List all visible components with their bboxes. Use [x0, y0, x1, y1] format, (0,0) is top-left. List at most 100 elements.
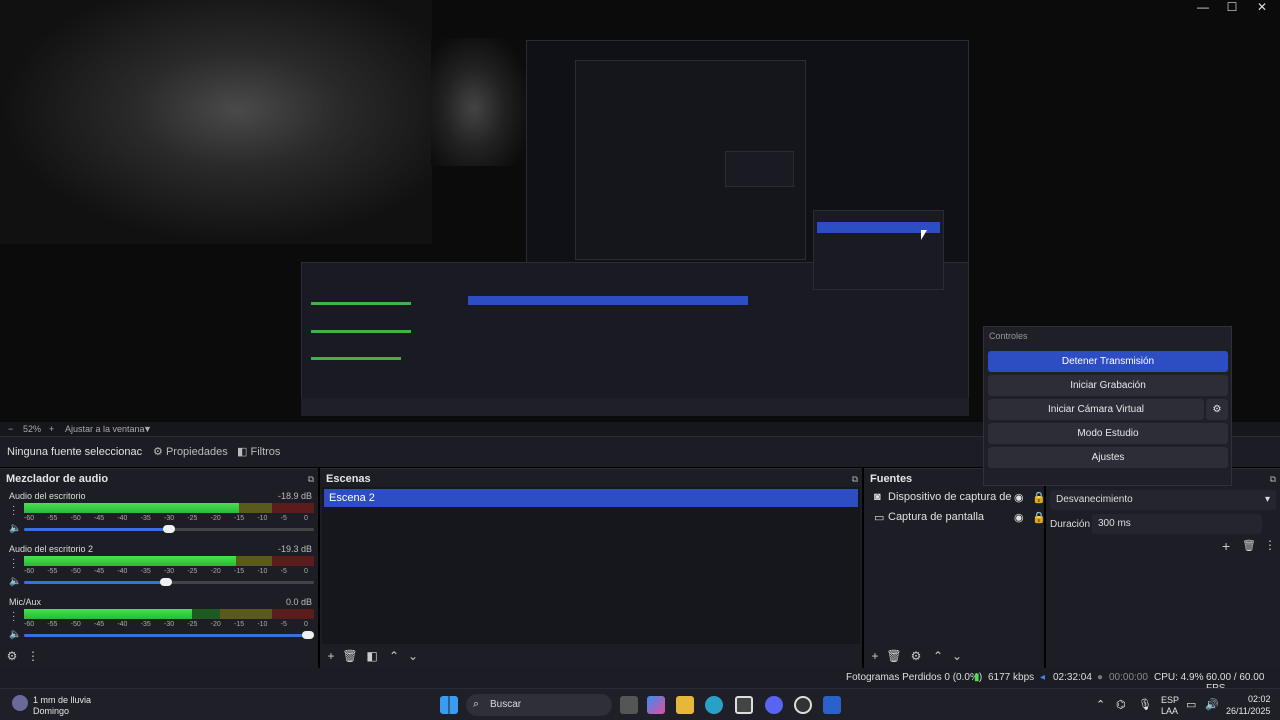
copilot-icon[interactable] — [647, 696, 665, 714]
channel-name: Mic/Aux — [9, 597, 42, 607]
filter-icon[interactable]: ◧ — [364, 648, 380, 664]
tick-label: -25 — [187, 568, 198, 575]
start-virtual-camera-button[interactable]: Iniciar Cámara Virtual — [988, 399, 1204, 420]
eye-icon[interactable]: ◉ — [1014, 491, 1024, 504]
close-button[interactable]: ✕ — [1252, 0, 1272, 14]
transition-select[interactable]: Desvanecimiento ▾ — [1050, 490, 1276, 510]
add-transition-icon[interactable]: + — [1222, 538, 1230, 554]
weather-temp: 1 mm de lluvia — [33, 695, 92, 705]
meter-ticks: -60 -55 -50 -45 -40 -35 -30 -25 -20 -15 -10 -5 0 — [24, 515, 314, 525]
status-bar: Fotogramas Perdidos 0 (0.0%) ▮ 6177 kbps… — [0, 668, 1280, 694]
chevron-up-icon[interactable]: ⌃ — [1096, 698, 1105, 711]
source-item[interactable]: ▭ Captura de pantalla ◉ 🔒 — [870, 511, 1046, 529]
volume-slider[interactable] — [24, 525, 314, 533]
audio-mixer-title: Mezclador de audio — [6, 473, 109, 485]
obs-icon[interactable] — [794, 696, 812, 714]
chevron-up-icon[interactable]: ⌃ — [386, 648, 402, 664]
virtual-camera-settings-button[interactable]: ⚙ — [1206, 399, 1228, 420]
tick-label: 0 — [304, 568, 308, 575]
tick-label: -15 — [234, 568, 245, 575]
zoom-in-button[interactable]: + — [49, 424, 54, 434]
record-icon: ● — [1097, 672, 1104, 683]
speaker-icon[interactable]: 🔈 — [9, 576, 21, 588]
volume-slider[interactable] — [24, 578, 314, 586]
undock-icon[interactable]: ⧉ — [308, 474, 314, 485]
mic-icon[interactable]: 🎙 — [1138, 698, 1152, 711]
display-icon[interactable]: ▭ — [1186, 698, 1196, 711]
chevron-up-icon[interactable]: ⌃ — [930, 648, 946, 664]
cpu-usage: CPU: 4.9% — [1154, 672, 1204, 683]
duration-field[interactable]: 300 ms — [1092, 514, 1262, 534]
trash-icon[interactable]: 🗑 — [342, 648, 358, 664]
zoom-out-button[interactable]: − — [8, 424, 13, 434]
clock-time[interactable]: 02:02 — [1248, 694, 1271, 704]
scenes-dock: Escenas ⧉ Escena 2 + 🗑 ◧ ⌃ ⌄ — [320, 468, 862, 668]
monitor-icon: ▭ — [874, 512, 885, 524]
store-icon[interactable] — [735, 696, 753, 714]
volume-meter — [24, 609, 314, 619]
duration-label: Duración — [1050, 519, 1091, 530]
tick-label: 0 — [304, 515, 308, 522]
duration-value: 300 ms — [1098, 518, 1131, 529]
app-icon[interactable] — [823, 696, 841, 714]
task-view-icon[interactable] — [620, 696, 638, 714]
trash-icon[interactable]: 🗑 — [886, 648, 902, 664]
undock-icon[interactable]: ⧉ — [1270, 474, 1276, 485]
filters-button[interactable]: ◧ Filtros — [231, 442, 286, 462]
weather-icon[interactable] — [12, 695, 28, 711]
studio-mode-button[interactable]: Modo Estudio — [988, 423, 1228, 444]
lock-icon[interactable]: 🔒 — [1032, 511, 1046, 524]
settings-button[interactable]: Ajustes — [988, 447, 1228, 468]
channel-menu-icon[interactable]: · · · — [12, 608, 15, 626]
network-icon[interactable]: ⌬ — [1116, 698, 1126, 711]
folder-icon[interactable] — [676, 696, 694, 714]
filter-icon: ◧ — [237, 446, 248, 458]
lang-label-2[interactable]: LAA — [1161, 706, 1178, 716]
fit-window-label[interactable]: Ajustar a la ventana — [65, 424, 145, 434]
channel-menu-icon[interactable]: · · · — [12, 555, 15, 573]
tick-label: -40 — [117, 621, 128, 628]
tick-label: -10 — [257, 568, 268, 575]
stop-stream-button[interactable]: Detener Transmisión — [988, 351, 1228, 372]
menu-icon[interactable]: ⋮ — [25, 648, 41, 664]
tick-label: -60 — [24, 568, 35, 575]
tick-label: -20 — [210, 621, 221, 628]
scene-item[interactable]: Escena 2 — [324, 489, 858, 507]
undock-icon[interactable]: ⧉ — [852, 474, 858, 485]
windows-start-icon[interactable] — [440, 696, 458, 714]
chevron-down-icon[interactable]: ▼ — [143, 424, 152, 434]
gear-icon[interactable]: ⚙ — [908, 648, 924, 664]
dropped-frames: Fotogramas Perdidos 0 (0.0%) — [846, 672, 983, 683]
volume-icon[interactable]: 🔊 — [1205, 698, 1219, 711]
menu-icon[interactable]: ⋮ — [1264, 538, 1276, 552]
chevron-down-icon[interactable]: ⌄ — [949, 648, 965, 664]
volume-slider[interactable] — [24, 631, 314, 639]
add-source-icon[interactable]: + — [867, 648, 883, 664]
tick-label: -30 — [164, 568, 175, 575]
tick-label: -60 — [24, 621, 35, 628]
properties-button[interactable]: ⚙ Propiedades — [147, 442, 234, 462]
discord-icon[interactable] — [765, 696, 783, 714]
channel-menu-icon[interactable]: · · · — [12, 502, 15, 520]
record-time: 00:00:00 — [1109, 672, 1148, 683]
speaker-icon[interactable]: 🔈 — [9, 523, 21, 535]
advanced-audio-icon[interactable]: ⚙ — [4, 648, 20, 664]
source-label: Captura de pantalla — [888, 511, 985, 523]
maximize-button[interactable]: ☐ — [1222, 0, 1242, 14]
edge-icon[interactable] — [705, 696, 723, 714]
trash-icon[interactable]: 🗑 — [1242, 539, 1256, 552]
eye-icon[interactable]: ◉ — [1014, 511, 1024, 524]
speaker-icon[interactable]: 🔈 — [9, 629, 21, 641]
bitrate: 6177 kbps — [988, 672, 1035, 683]
clock-date[interactable]: 26/11/2025 — [1226, 706, 1270, 716]
start-recording-button[interactable]: Iniciar Grabación — [988, 375, 1228, 396]
nested-taskbar — [301, 398, 969, 416]
search-box[interactable]: ⌕ Buscar — [466, 694, 612, 716]
lang-label[interactable]: ESP — [1161, 695, 1179, 705]
chevron-down-icon[interactable]: ⌄ — [405, 648, 421, 664]
tick-label: -55 — [47, 515, 58, 522]
minimize-button[interactable]: — — [1193, 0, 1213, 14]
lock-icon[interactable]: 🔒 — [1032, 491, 1046, 504]
add-scene-icon[interactable]: + — [323, 648, 339, 664]
source-item[interactable]: ◙ Dispositivo de captura de vide ◉ 🔒 — [870, 491, 1046, 509]
